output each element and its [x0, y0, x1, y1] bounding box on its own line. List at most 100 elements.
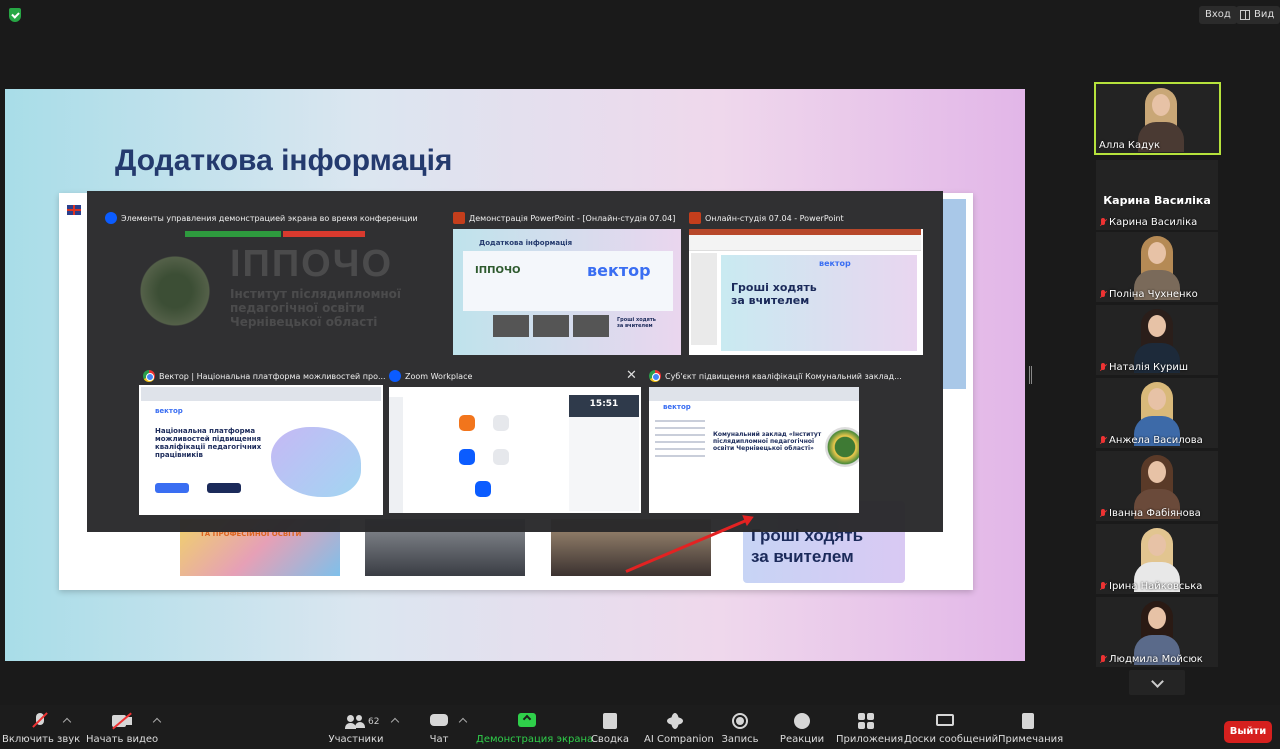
reactions-button[interactable]: Реакции: [778, 705, 826, 749]
apps-icon: [856, 713, 876, 729]
record-icon: [730, 713, 750, 729]
gallery-scroll-down-button[interactable]: [1129, 670, 1185, 695]
participants-button[interactable]: 62 Участники: [326, 705, 386, 749]
chrome-app-icon: [649, 370, 661, 382]
participant-tile[interactable]: Наталія Куриш: [1096, 305, 1218, 375]
share-tile-zoom-workplace[interactable]: Zoom Workplace 15:51: [389, 367, 641, 515]
unmute-button[interactable]: Включить звук: [2, 705, 80, 749]
mic-muted-icon: [1099, 435, 1107, 446]
share-tile-thumbnail: Додаткова інформація ІППОЧО вектор Гроші…: [453, 229, 681, 355]
notes-button[interactable]: Примечания: [998, 705, 1064, 749]
reactions-label: Реакции: [779, 734, 825, 745]
start-video-button[interactable]: Начать видео: [86, 705, 158, 749]
participants-options-chevron-icon[interactable]: [390, 717, 400, 727]
institute-emblem-icon: [825, 427, 859, 467]
chat-icon: [429, 713, 449, 729]
share-tile-title: Демонстрація PowerPoint - [Онлайн-студія…: [469, 213, 676, 223]
participant-tile[interactable]: Поліна Чухненко: [1096, 232, 1218, 302]
view-button[interactable]: Вид: [1236, 6, 1280, 24]
record-label: Запись: [721, 734, 759, 745]
participant-tile-active-speaker[interactable]: Алла Кадук: [1094, 82, 1221, 155]
share-tile-institute-browser[interactable]: Суб'єкт підвищення кваліфікації Комуналь…: [649, 367, 902, 515]
institute-menu: [655, 415, 705, 475]
summary-label: Сводка: [590, 734, 630, 745]
chrome-app-icon: [143, 370, 155, 382]
participant-tile[interactable]: Ірина Найковська: [1096, 524, 1218, 594]
ippo-wordmark: ІППОЧО: [230, 243, 393, 285]
ai-companion-button[interactable]: AI Companion: [644, 705, 714, 749]
ppt-slide-panel: [691, 253, 717, 345]
powerpoint-app-icon: [453, 212, 465, 224]
top-bar: Вход Вид: [0, 0, 1280, 30]
powerpoint-app-icon: [689, 212, 701, 224]
zoom-sidebar: [389, 397, 403, 513]
start-video-label: Начать видео: [86, 734, 159, 745]
encryption-shield-icon[interactable]: [9, 8, 21, 22]
participant-tile[interactable]: Іванна Фабіянова: [1096, 451, 1218, 521]
share-tile-thumbnail: вектор Комунальний заклад «Інститут післ…: [649, 387, 859, 513]
share-tile-header: Суб'єкт підвищення кваліфікації Комуналь…: [649, 367, 902, 385]
mini-photo: [573, 315, 609, 337]
ppt-vektor-logo: вектор: [819, 259, 851, 268]
apps-button[interactable]: Приложения: [836, 705, 904, 749]
notes-label: Примечания: [998, 734, 1064, 745]
mic-muted-icon: [1099, 362, 1107, 373]
participant-name: Людмила Мойсюк: [1099, 654, 1203, 665]
vektor-logo: вектор: [155, 407, 183, 415]
mic-muted-icon: [1099, 654, 1107, 665]
share-tile-title: Суб'єкт підвищення кваліфікації Комуналь…: [665, 371, 902, 381]
whiteboards-button[interactable]: Доски сообщений: [904, 705, 999, 749]
vektor-illustration: [271, 427, 361, 497]
mic-muted-icon: [1099, 581, 1107, 592]
summary-button[interactable]: Сводка: [588, 705, 632, 749]
browser-bar: [649, 387, 859, 401]
login-button[interactable]: Вход: [1199, 6, 1237, 24]
share-screen-icon: [517, 713, 537, 729]
apps-label: Приложения: [836, 734, 904, 745]
participants-count: 62: [368, 717, 380, 727]
participant-tile[interactable]: Карина Василіка Карина Василіка: [1096, 160, 1218, 230]
share-window-selector: Элементы управления демонстрацией экрана…: [87, 191, 943, 532]
share-tile-title: Вектор | Національна платформа можливост…: [159, 371, 386, 381]
participant-name: Алла Кадук: [1099, 140, 1161, 151]
share-screen-label: Демонстрация экрана: [476, 734, 594, 745]
share-tile-header: Элементы управления демонстрацией экрана…: [105, 209, 418, 227]
whiteboards-label: Доски сообщений: [904, 734, 999, 745]
share-tile-powerpoint[interactable]: Онлайн-студія 07.04 - PowerPoint вектор …: [689, 209, 923, 357]
participant-tile[interactable]: Людмила Мойсюк: [1096, 597, 1218, 667]
language-flag-icon: [67, 205, 81, 215]
reaction-smile-icon: [792, 713, 812, 729]
participant-name: Іванна Фабіянова: [1099, 508, 1201, 519]
share-tile-thumbnail: 15:51: [389, 387, 641, 513]
share-tile-vektor-browser[interactable]: Вектор | Національна платформа можливост…: [139, 367, 386, 515]
control-bar-green: [185, 231, 281, 237]
join-icon: [493, 415, 509, 431]
mini-money-text: Гроші ходять за вчителем: [617, 317, 656, 329]
ai-companion-label: AI Companion: [644, 734, 714, 745]
share-tile-ppt-slideshow[interactable]: Демонстрація PowerPoint - [Онлайн-студія…: [453, 209, 681, 357]
participants-label: Участники: [328, 734, 384, 745]
mini-slide-card: [463, 251, 673, 311]
record-button[interactable]: Запись: [718, 705, 762, 749]
share-tile-thumbnail: вектор Національна платформа можливостей…: [139, 385, 383, 515]
resize-handle[interactable]: [1029, 366, 1032, 384]
notes-icon: [475, 481, 491, 497]
share-tile-title: Zoom Workplace: [405, 371, 473, 381]
close-icon[interactable]: ✕: [626, 368, 637, 383]
vektor-heading: Національна платформа можливостей підвищ…: [155, 427, 262, 459]
share-tile-header: Вектор | Національна платформа можливост…: [143, 367, 386, 385]
mini-vektor-logo: вектор: [587, 261, 651, 280]
participant-name: Наталія Куриш: [1099, 362, 1188, 373]
participant-tile[interactable]: Анжела Василова: [1096, 378, 1218, 448]
share-tile-title: Элементы управления демонстрацией экрана…: [121, 213, 418, 223]
share-screen-button[interactable]: Демонстрация экрана: [476, 705, 594, 749]
browser-bar: [141, 387, 381, 401]
whiteboard-icon: [935, 713, 955, 729]
chat-button[interactable]: Чат: [414, 705, 464, 749]
share-tile-screen-controls[interactable]: Элементы управления демонстрацией экрана…: [87, 191, 427, 361]
ai-sparkle-icon: [665, 713, 685, 729]
leave-meeting-button[interactable]: Выйти: [1224, 721, 1272, 743]
web-button: [207, 483, 241, 493]
zoom-meeting-window: Вход Вид Додаткова інформація ТА ПРОФЕСІ…: [0, 0, 1280, 749]
share-tile-title: Онлайн-студія 07.04 - PowerPoint: [705, 213, 844, 223]
